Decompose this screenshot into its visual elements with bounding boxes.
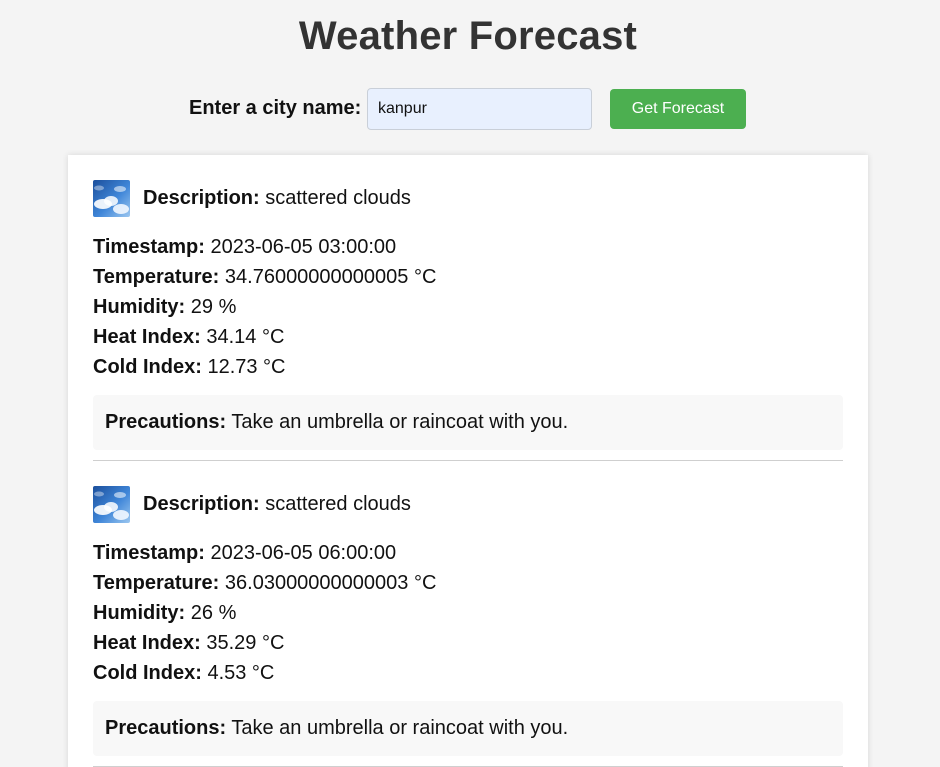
- temperature-field: Temperature: 36.03000000000003 °C: [93, 568, 843, 598]
- heat-index-value: 34.14 °C: [206, 326, 285, 348]
- description-label: Description:: [143, 493, 260, 515]
- timestamp-label: Timestamp:: [93, 542, 205, 564]
- description-text: Description: scattered clouds: [143, 493, 411, 516]
- timestamp-value: 2023-06-05 03:00:00: [210, 236, 397, 258]
- forecast-details: Timestamp: 2023-06-05 03:00:00 Temperatu…: [93, 232, 843, 382]
- precaution-box: Precautions: Take an umbrella or raincoa…: [93, 395, 843, 450]
- heat-index-value: 35.29 °C: [206, 632, 285, 654]
- timestamp-field: Timestamp: 2023-06-05 06:00:00: [93, 538, 843, 568]
- timestamp-value: 2023-06-05 06:00:00: [210, 542, 397, 564]
- humidity-value: 29 %: [190, 296, 237, 318]
- humidity-value: 26 %: [190, 602, 237, 624]
- city-input[interactable]: [367, 88, 592, 130]
- heat-index-label: Heat Index:: [93, 326, 201, 348]
- cold-index-value: 12.73 °C: [207, 356, 286, 378]
- city-input-label: Enter a city name:: [189, 97, 362, 119]
- humidity-label: Humidity:: [93, 602, 186, 624]
- precautions-value: Take an umbrella or raincoat with you.: [231, 717, 569, 739]
- cold-index-label: Cold Index:: [93, 356, 202, 378]
- forecast-details: Timestamp: 2023-06-05 06:00:00 Temperatu…: [93, 538, 843, 688]
- timestamp-label: Timestamp:: [93, 236, 205, 258]
- scattered-clouds-icon: [93, 180, 130, 217]
- forecast-results-card: Description: scattered clouds Timestamp:…: [68, 155, 868, 767]
- city-search-form: Enter a city name: Get Forecast: [0, 88, 940, 130]
- cold-index-label: Cold Index:: [93, 662, 202, 684]
- temperature-field: Temperature: 34.76000000000005 °C: [93, 262, 843, 292]
- description-label: Description:: [143, 187, 260, 209]
- humidity-label: Humidity:: [93, 296, 186, 318]
- temperature-value: 36.03000000000003 °C: [224, 572, 437, 594]
- scattered-clouds-icon: [93, 486, 130, 523]
- temperature-value: 34.76000000000005 °C: [224, 266, 437, 288]
- heat-index-field: Heat Index: 35.29 °C: [93, 628, 843, 658]
- description-text: Description: scattered clouds: [143, 187, 411, 210]
- precautions-value: Take an umbrella or raincoat with you.: [231, 411, 569, 433]
- weather-forecast-page: Weather Forecast Enter a city name: Get …: [0, 0, 940, 767]
- heat-index-field: Heat Index: 34.14 °C: [93, 322, 843, 352]
- precautions-label: Precautions:: [105, 717, 227, 739]
- precaution-box: Precautions: Take an umbrella or raincoa…: [93, 701, 843, 756]
- description-row: Description: scattered clouds: [93, 180, 843, 217]
- humidity-field: Humidity: 26 %: [93, 598, 843, 628]
- temperature-label: Temperature:: [93, 572, 220, 594]
- description-row: Description: scattered clouds: [93, 486, 843, 523]
- cold-index-value: 4.53 °C: [207, 662, 275, 684]
- get-forecast-button[interactable]: Get Forecast: [610, 89, 746, 129]
- entry-divider: [93, 460, 843, 461]
- humidity-field: Humidity: 29 %: [93, 292, 843, 322]
- cold-index-field: Cold Index: 12.73 °C: [93, 352, 843, 382]
- page-title: Weather Forecast: [298, 14, 638, 58]
- timestamp-field: Timestamp: 2023-06-05 03:00:00: [93, 232, 843, 262]
- description-value: scattered clouds: [265, 187, 411, 209]
- temperature-label: Temperature:: [93, 266, 220, 288]
- cold-index-field: Cold Index: 4.53 °C: [93, 658, 843, 688]
- description-value: scattered clouds: [265, 493, 411, 515]
- forecast-entry: Description: scattered clouds Timestamp:…: [93, 486, 843, 756]
- forecast-entry: Description: scattered clouds Timestamp:…: [93, 180, 843, 450]
- precautions-label: Precautions:: [105, 411, 227, 433]
- heat-index-label: Heat Index:: [93, 632, 201, 654]
